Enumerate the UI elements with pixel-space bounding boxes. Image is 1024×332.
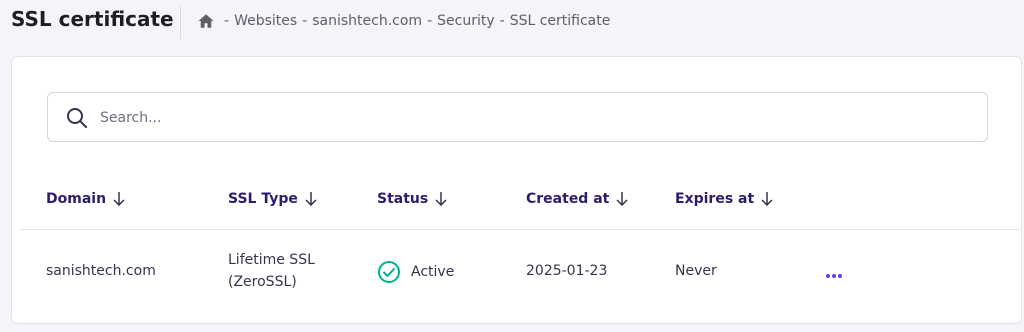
page-header: SSL certificate - Websites - sanishtech.… [0,0,1024,44]
cell-status: Active [377,260,454,284]
breadcrumb-separator: - [427,13,433,29]
ssl-type-provider: (ZeroSSL) [228,274,297,290]
more-horizontal-icon [825,264,843,283]
row-divider [20,229,1020,230]
column-header-ssl-type[interactable]: SSL Type [228,189,318,209]
breadcrumb: - Websites - sanishtech.com - Security -… [197,11,610,31]
status-label: Active [411,264,455,280]
title-divider [180,5,181,39]
search-box[interactable] [47,92,988,142]
arrow-down-icon [112,191,126,207]
column-label: Expires at [675,191,755,207]
breadcrumb-item-domain[interactable]: sanishtech.com [312,13,422,29]
breadcrumb-separator: - [302,13,308,29]
column-header-domain[interactable]: Domain [46,189,126,209]
breadcrumb-item-current: SSL certificate [509,13,611,29]
arrow-down-icon [760,191,774,207]
home-icon[interactable] [197,12,215,30]
breadcrumb-separator: - [499,13,505,29]
page-title: SSL certificate [11,7,174,31]
search-icon [65,106,89,130]
cell-created-at: 2025-01-23 [526,263,608,279]
column-header-created-at[interactable]: Created at [526,189,629,209]
breadcrumb-item-websites[interactable]: Websites [234,13,297,29]
check-circle-icon [377,260,401,284]
search-input[interactable] [98,103,962,133]
column-header-status[interactable]: Status [377,189,448,209]
column-label: Domain [46,191,107,207]
breadcrumb-separator: - [224,13,230,29]
arrow-down-icon [615,191,629,207]
cell-ssl-type: Lifetime SSL (ZeroSSL) [228,249,315,293]
more-actions-button[interactable] [820,261,848,285]
column-label: Created at [526,191,610,207]
breadcrumb-item-security[interactable]: Security [437,13,495,29]
ssl-type-line: Lifetime SSL [228,252,315,268]
column-header-expires-at[interactable]: Expires at [675,189,774,209]
arrow-down-icon [434,191,448,207]
cell-domain: sanishtech.com [46,263,156,279]
column-label: SSL Type [228,191,298,207]
column-label: Status [377,191,429,207]
ssl-card: Domain SSL Type Status Created at Expire… [11,56,1022,324]
arrow-down-icon [304,191,318,207]
cell-expires-at: Never [675,263,717,279]
